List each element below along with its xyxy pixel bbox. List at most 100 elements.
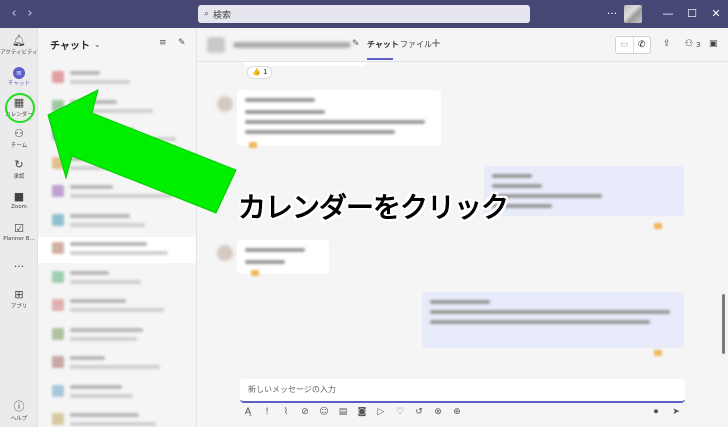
app-rail: 🔔︎ アクティビティ ≡ チャット ▦ カレンダー ⚇ チーム ↻ 承認 ■ Z… — [0, 28, 38, 427]
attach-icon[interactable]: ⌇ — [280, 407, 292, 417]
back-arrow-icon[interactable]: ‹ — [6, 6, 22, 22]
conversation-avatar — [207, 37, 225, 53]
approvals-icon: ↻ — [14, 158, 24, 171]
chat-name-redacted — [70, 356, 105, 360]
rail-label: 承認 — [13, 174, 25, 180]
chat-list-item[interactable] — [38, 237, 196, 263]
rail-label: Planner B... — [3, 236, 35, 242]
chat-name-redacted — [70, 71, 100, 75]
chat-list-item[interactable] — [38, 209, 196, 235]
rail-item-planner[interactable]: ☑ Planner B... — [0, 222, 38, 252]
chat-preview-redacted — [70, 194, 172, 198]
edit-name-icon[interactable]: ✎ — [352, 39, 360, 49]
user-avatar[interactable] — [624, 5, 642, 23]
chat-list-item[interactable] — [38, 294, 196, 320]
audio-message-icon[interactable]: ⏺ — [650, 407, 662, 417]
scrollbar[interactable] — [722, 294, 725, 354]
rail-item-more[interactable]: ··· — [0, 260, 38, 290]
emoji-icon[interactable]: ☺ — [318, 407, 330, 417]
audio-call-icon[interactable]: ✆ — [634, 37, 651, 53]
add-tab-button[interactable]: + — [431, 36, 441, 50]
chat-list-item[interactable] — [38, 66, 196, 92]
video-call-icon[interactable]: ▭ — [616, 37, 634, 53]
chat-avatar — [52, 71, 64, 83]
message-bubble — [237, 90, 441, 148]
chat-preview-redacted — [70, 251, 168, 255]
message-composer[interactable] — [240, 379, 685, 403]
chat-list-item[interactable] — [38, 95, 196, 121]
chat-name-redacted — [70, 242, 147, 246]
schedule-icon[interactable]: ▷ — [375, 407, 387, 417]
chat-list-item[interactable] — [38, 351, 196, 377]
chat-list-item[interactable] — [38, 323, 196, 349]
chat-avatar — [52, 299, 64, 311]
praise-icon[interactable]: ♡ — [394, 407, 406, 417]
rail-item-approvals[interactable]: ↻ 承認 — [0, 158, 38, 188]
maximize-button[interactable]: ☐ — [684, 6, 700, 22]
conversation-title-redacted — [233, 42, 351, 48]
chat-list-item[interactable] — [38, 123, 196, 149]
chat-name-redacted — [70, 185, 113, 189]
message-bubble-mine — [484, 166, 684, 229]
share-screen-icon[interactable]: ⇪ — [663, 39, 671, 49]
chat-list-item[interactable] — [38, 180, 196, 206]
approvals-icon[interactable]: ⊗ — [432, 407, 444, 417]
search-icon: ⌕ — [204, 9, 210, 19]
chat-preview-redacted — [70, 137, 176, 141]
gif-icon[interactable]: ▤ — [337, 407, 349, 417]
loop-icon[interactable]: ↺ — [413, 407, 425, 417]
message-bubble-mine — [422, 292, 684, 356]
more-apps-icon[interactable]: ⊕ — [451, 407, 463, 417]
chat-name-redacted — [70, 270, 109, 275]
chat-preview-redacted — [70, 165, 149, 170]
chat-avatar — [52, 128, 64, 140]
link-icon[interactable]: ⊘ — [299, 407, 311, 417]
compose-icon[interactable]: ✎ — [178, 38, 186, 48]
chat-preview-redacted — [70, 308, 164, 312]
active-tab-indicator — [367, 58, 393, 60]
chat-name-redacted — [70, 213, 130, 218]
chat-list-item[interactable] — [38, 266, 196, 292]
conversation-header: ✎ チャット ファイル + ▭ ✆ ⇪ ⚇ 3 ▣ — [197, 28, 728, 62]
chat-preview-redacted — [70, 365, 160, 369]
rail-item-apps[interactable]: ⊞ アプリ — [0, 288, 38, 318]
rail-item-teams[interactable]: ⚇ チーム — [0, 127, 38, 157]
composer-toolbar: Ą ! ⌇ ⊘ ☺ ▤ ◙ ▷ ♡ ↺ ⊗ ⊕ ⏺ ➤ — [240, 405, 685, 421]
close-button[interactable]: ✕ — [708, 6, 724, 22]
chat-preview-redacted — [70, 108, 153, 113]
chat-name-redacted — [70, 299, 126, 303]
chevron-down-icon[interactable]: ⌄ — [94, 40, 101, 49]
chat-preview-redacted — [70, 222, 145, 227]
priority-icon[interactable]: ! — [261, 407, 273, 417]
tab-files[interactable]: ファイル — [400, 39, 432, 50]
like-reaction[interactable]: 👍 1 — [247, 66, 273, 79]
filter-icon[interactable]: ≡ — [159, 38, 167, 48]
rail-item-help[interactable]: ⓘ ヘルプ — [0, 400, 38, 427]
search-placeholder: 検索 — [213, 10, 232, 21]
participants-icon[interactable]: ⚇ — [685, 39, 693, 49]
rail-item-activity[interactable]: 🔔︎ アクティビティ — [0, 34, 38, 64]
chat-name-redacted — [70, 384, 122, 389]
message-input[interactable] — [248, 385, 677, 394]
apps-panel-icon[interactable]: ▣ — [709, 39, 718, 49]
teams-icon: ⚇ — [14, 127, 24, 140]
chat-list-item[interactable] — [38, 380, 196, 406]
more-options-icon[interactable]: ··· — [604, 6, 620, 22]
chat-preview-redacted — [70, 393, 133, 398]
rail-label: ヘルプ — [10, 416, 28, 422]
chat-list-item[interactable] — [38, 152, 196, 178]
rail-item-chat[interactable]: ≡ チャット — [0, 65, 38, 95]
tab-chat[interactable]: チャット — [367, 39, 399, 50]
chat-name-redacted — [70, 99, 117, 104]
chat-list-item[interactable] — [38, 408, 196, 427]
rail-item-zoom[interactable]: ■ Zoom — [0, 190, 38, 220]
sticker-icon[interactable]: ◙ — [356, 407, 368, 417]
chat-list-pane: チャット ⌄ ≡ ✎ — [38, 28, 197, 427]
rail-label: チャット — [8, 81, 30, 87]
send-icon[interactable]: ➤ — [670, 407, 682, 417]
chat-name-redacted — [70, 413, 139, 417]
forward-arrow-icon[interactable]: › — [22, 6, 38, 22]
search-box[interactable]: ⌕ 検索 — [198, 5, 530, 23]
minimize-button[interactable]: — — [660, 6, 676, 22]
format-icon[interactable]: Ą — [242, 407, 254, 417]
